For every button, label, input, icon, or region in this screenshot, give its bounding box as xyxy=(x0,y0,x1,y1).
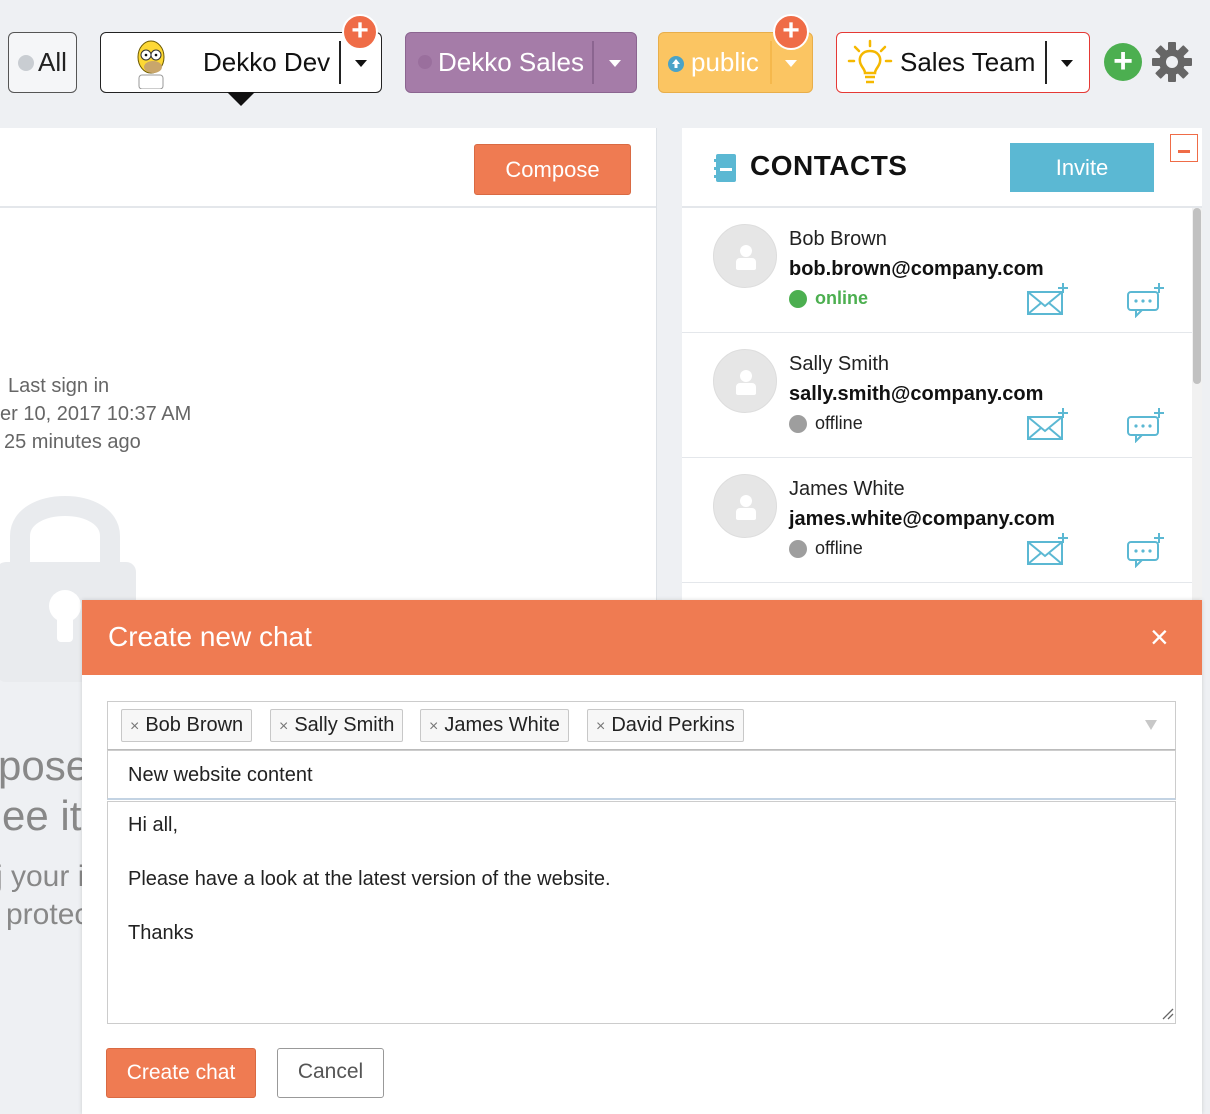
workspace-all-button[interactable]: All xyxy=(8,32,77,93)
contacts-panel: CONTACTS Invite Bob Brown bob.brown@comp… xyxy=(682,128,1202,606)
subject-input[interactable]: New website content xyxy=(107,750,1176,800)
background-text-fragment: ee it xyxy=(2,792,82,839)
dialog-title: Create new chat xyxy=(108,621,312,652)
workspace-dekko-sales-button[interactable]: Dekko Sales xyxy=(405,32,637,93)
background-text-fragment: j your i xyxy=(0,860,85,893)
contact-name: Sally Smith xyxy=(789,353,890,375)
dekko-sales-dropdown-icon[interactable] xyxy=(609,60,621,67)
cancel-button[interactable]: Cancel xyxy=(277,1048,384,1098)
last-sign-in-info: Last sign in er 10, 2017 10:37 AM 25 min… xyxy=(0,372,191,456)
mail-panel-header: Compose xyxy=(0,128,656,208)
remove-chip-icon[interactable]: × xyxy=(596,718,605,735)
recipient-name: Bob Brown xyxy=(145,714,244,736)
lightbulb-icon xyxy=(847,39,893,84)
avatar xyxy=(713,224,777,288)
resize-handle-icon[interactable] xyxy=(1160,1006,1174,1020)
email-add-icon[interactable] xyxy=(1026,407,1070,441)
email-add-icon[interactable] xyxy=(1026,282,1070,316)
create-chat-button[interactable]: Create chat xyxy=(106,1048,256,1098)
contacts-scrollbar[interactable] xyxy=(1192,208,1202,606)
workspace-sales-team-button[interactable]: Sales Team xyxy=(836,32,1090,93)
homer-avatar-icon xyxy=(137,40,165,89)
sales-circle-icon xyxy=(418,55,432,69)
recipient-name: David Perkins xyxy=(611,714,735,736)
remove-chip-icon[interactable]: × xyxy=(279,718,288,735)
remove-chip-icon[interactable]: × xyxy=(429,718,438,735)
invite-button[interactable]: Invite xyxy=(1010,143,1154,192)
remove-chip-icon[interactable]: × xyxy=(130,718,139,735)
status-label: online xyxy=(815,288,868,308)
contact-name: Bob Brown xyxy=(789,228,887,250)
sales-team-dropdown-icon[interactable] xyxy=(1061,60,1073,67)
compose-button[interactable]: Compose xyxy=(474,144,631,195)
email-add-icon[interactable] xyxy=(1026,532,1070,566)
workspace-all-label: All xyxy=(38,47,67,77)
workspace-dekko-dev-button[interactable]: Dekko Dev xyxy=(100,32,382,106)
add-public-plus-icon[interactable]: + xyxy=(773,14,809,50)
dialog-header: Create new chat × xyxy=(82,600,1202,675)
last-sign-in-date: er 10, 2017 10:37 AM xyxy=(0,403,192,425)
contact-status: offline xyxy=(789,413,863,434)
contact-item-james-white[interactable]: James White james.white@company.com offl… xyxy=(682,458,1192,583)
gear-icon[interactable] xyxy=(1151,41,1193,83)
background-text-fragment: pose xyxy=(0,742,90,789)
address-book-icon xyxy=(714,154,736,182)
public-dropdown-icon[interactable] xyxy=(785,60,797,67)
workspace-dekko-dev-label: Dekko Dev xyxy=(203,47,331,77)
chat-add-icon[interactable] xyxy=(1126,532,1166,568)
recipient-chip: × David Perkins xyxy=(587,709,744,742)
recipient-chip: × Sally Smith xyxy=(270,709,404,742)
recipient-name: James White xyxy=(444,714,560,736)
all-circle-icon xyxy=(18,54,35,71)
avatar xyxy=(713,474,777,538)
status-label: offline xyxy=(815,413,863,433)
offline-status-icon xyxy=(789,539,807,558)
contact-email: bob.brown@company.com xyxy=(789,258,1044,280)
mail-panel: Compose Last sign in er 10, 2017 10:37 A… xyxy=(0,128,657,682)
contact-status: offline xyxy=(789,538,863,559)
add-dekko-dev-plus-icon[interactable]: + xyxy=(342,14,378,50)
recipients-select[interactable]: × Bob Brown × Sally Smith × James White × Da… xyxy=(107,701,1176,750)
add-workspace-plus-circle-icon[interactable]: + xyxy=(1104,43,1142,81)
contact-status: online xyxy=(789,288,868,309)
create-chat-dialog: Create new chat × × Bob Brown × Sally Smit… xyxy=(82,600,1202,1114)
contact-email: james.white@company.com xyxy=(789,508,1055,530)
contact-item-bob-brown[interactable]: Bob Brown bob.brown@company.com online xyxy=(682,208,1192,333)
background-text-fragment: protec xyxy=(6,898,90,931)
chat-add-icon[interactable] xyxy=(1126,407,1166,443)
recipient-name: Sally Smith xyxy=(294,714,395,736)
cloud-upload-icon xyxy=(668,56,684,72)
contact-email: sally.smith@company.com xyxy=(789,383,1044,405)
last-sign-in-ago: 25 minutes ago xyxy=(4,431,141,453)
chat-add-icon[interactable] xyxy=(1126,282,1166,318)
workspace-public-label: public xyxy=(691,47,759,77)
chevron-down-icon[interactable] xyxy=(1145,720,1157,730)
avatar xyxy=(713,349,777,413)
online-status-icon xyxy=(789,289,807,308)
last-sign-in-label: Last sign in xyxy=(8,375,110,397)
offline-status-icon xyxy=(789,414,807,433)
status-label: offline xyxy=(815,538,863,558)
scrollbar-thumb[interactable] xyxy=(1193,208,1201,384)
message-textarea[interactable]: Hi all, Please have a look at the latest… xyxy=(107,801,1176,1024)
selected-pointer-icon xyxy=(227,92,255,106)
workspace-sales-team-label: Sales Team xyxy=(900,47,1036,77)
recipient-chip: × Bob Brown xyxy=(121,709,253,742)
workspace-dekko-sales-label: Dekko Sales xyxy=(438,47,584,77)
contact-item-sally-smith[interactable]: Sally Smith sally.smith@company.com offl… xyxy=(682,333,1192,458)
recipient-chip: × James White xyxy=(420,709,569,742)
contact-name: James White xyxy=(789,478,905,500)
contacts-title: CONTACTS xyxy=(750,150,908,181)
contacts-header: CONTACTS Invite xyxy=(682,128,1202,208)
minimize-icon[interactable] xyxy=(1170,134,1198,162)
dekko-dev-dropdown-icon[interactable] xyxy=(355,60,367,67)
close-icon[interactable]: × xyxy=(1150,621,1169,653)
